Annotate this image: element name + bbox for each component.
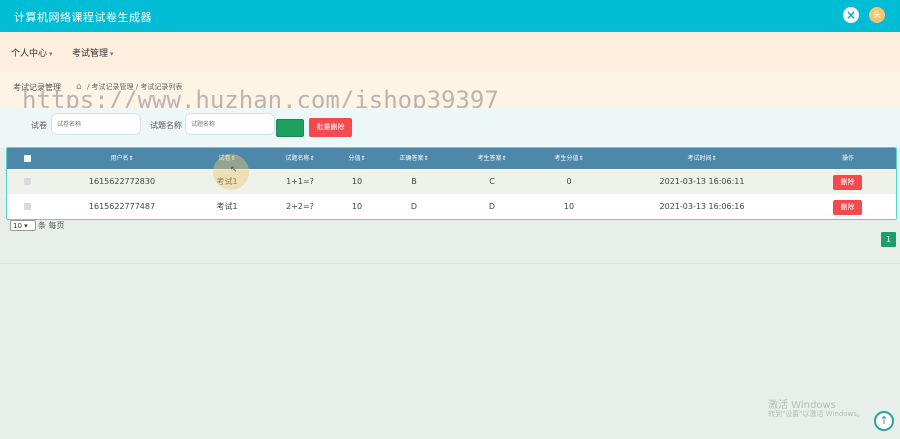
page-size-select[interactable]: 10 ▾	[10, 220, 36, 231]
question-label: 试题名称	[150, 121, 182, 130]
menu-item-personal-center[interactable]: 个人中心 ▾	[11, 46, 53, 59]
select-all-checkbox[interactable]	[24, 155, 31, 162]
batch-delete-button[interactable]: 批量删除	[309, 118, 352, 137]
search-button[interactable]	[276, 119, 304, 137]
cell-score: 10	[351, 202, 363, 211]
cell-student-score: 0	[566, 177, 572, 186]
menu-item-label: 考试管理	[72, 49, 109, 59]
row-checkbox[interactable]	[24, 203, 31, 210]
row-checkbox[interactable]	[24, 178, 31, 185]
cell-question: 2+2=?	[286, 202, 314, 211]
header-correct-answer[interactable]: 正确答案⇕	[389, 148, 439, 169]
cell-student-answer: D	[488, 202, 496, 211]
paper-label: 试卷	[31, 121, 47, 130]
cell-exam-time: 2021-03-13 16:06:16	[659, 202, 745, 211]
question-search-input[interactable]	[185, 113, 275, 135]
header-username[interactable]: 用户名⇕	[102, 148, 142, 169]
menu-item-label: 个人中心	[11, 49, 48, 59]
menu-item-exam-management[interactable]: 考试管理 ▾	[72, 46, 114, 59]
chevron-down-icon: ▾	[110, 50, 114, 58]
close-icon[interactable]: ×	[843, 7, 859, 23]
mouse-cursor-icon: ↖	[230, 165, 238, 175]
per-page-label: 条 每页	[38, 221, 65, 230]
delete-button[interactable]: 删除	[833, 175, 862, 190]
windows-activation-hint: 转到"设置"以激活 Windows。	[768, 410, 864, 418]
cell-paper: 考试1	[216, 202, 238, 211]
cell-student-answer: C	[489, 177, 495, 186]
cell-correct-answer: B	[411, 177, 417, 186]
menu-bar: 个人中心 ▾ 考试管理 ▾	[0, 32, 900, 72]
pagination-page-1[interactable]: 1	[881, 232, 896, 247]
table-row: 1615622777487 考试1 2+2=? 10 D D 10 2021-0…	[7, 195, 896, 219]
header-score[interactable]: 分值⇕	[337, 148, 377, 169]
records-table: 用户名⇕ 试卷⇕ 试题名称⇕ 分值⇕ 正确答案⇕ 考生答案⇕ 考生分值⇕ 考试时…	[6, 147, 897, 220]
cell-score: 10	[351, 177, 363, 186]
back-to-top-icon[interactable]: ↑	[874, 411, 894, 431]
app-title: 计算机网络课程试卷生成器	[14, 11, 152, 24]
cell-correct-answer: D	[410, 202, 418, 211]
cell-username: 1615622772830	[88, 177, 156, 186]
header-student-score[interactable]: 考生分值⇕	[544, 148, 594, 169]
header-question[interactable]: 试题名称⇕	[275, 148, 325, 169]
search-bar: 试卷 试题名称 批量删除	[0, 108, 900, 148]
top-bar: 计算机网络课程试卷生成器 × 头	[0, 0, 900, 32]
paper-search-input[interactable]	[51, 113, 141, 135]
cell-exam-time: 2021-03-13 16:06:11	[659, 177, 745, 186]
chevron-down-icon: ▾	[49, 50, 53, 58]
header-student-answer[interactable]: 考生答案⇕	[467, 148, 517, 169]
content-divider	[0, 263, 900, 264]
cell-username: 1615622777487	[88, 202, 156, 211]
table-row: 1615622772830 考试1 1+1=? 10 B C 0 2021-03…	[7, 170, 896, 194]
table-header: 用户名⇕ 试卷⇕ 试题名称⇕ 分值⇕ 正确答案⇕ 考生答案⇕ 考生分值⇕ 考试时…	[7, 148, 896, 169]
delete-button[interactable]: 删除	[833, 200, 862, 215]
header-actions: 操作	[841, 155, 854, 162]
cell-question: 1+1=?	[286, 177, 314, 186]
cell-student-score: 10	[563, 202, 575, 211]
avatar[interactable]: 头	[869, 7, 885, 23]
header-exam-time[interactable]: 考试时间⇕	[677, 148, 727, 169]
